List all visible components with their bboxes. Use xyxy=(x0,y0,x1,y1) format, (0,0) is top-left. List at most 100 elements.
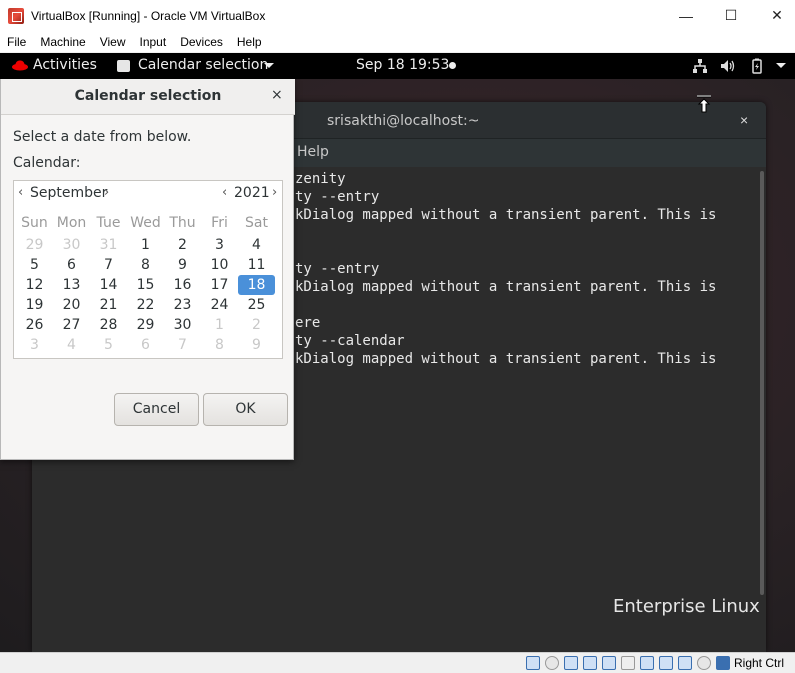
calendar-label: Calendar: xyxy=(13,155,81,171)
chevron-down-icon xyxy=(264,63,274,68)
calendar-day[interactable]: 10 xyxy=(201,255,238,275)
next-year-button[interactable]: › xyxy=(272,185,277,200)
calendar-day[interactable]: 25 xyxy=(238,295,275,315)
shared-folders-icon[interactable] xyxy=(621,656,635,670)
calendar-day-other-month[interactable]: 7 xyxy=(164,335,201,355)
usb-icon[interactable] xyxy=(602,656,616,670)
calendar-day[interactable]: 22 xyxy=(127,295,164,315)
maximize-button[interactable]: ☐ xyxy=(708,0,754,31)
mouse-integration-icon[interactable] xyxy=(697,656,711,670)
guest-screen: Activities Calendar selection Sep 18 19:… xyxy=(0,53,795,652)
virtualbox-logo-icon xyxy=(8,7,24,24)
calendar-day[interactable]: 27 xyxy=(53,315,90,335)
calendar-day-other-month[interactable]: 4 xyxy=(53,335,90,355)
weekday-header: Thu xyxy=(169,215,196,231)
scrollbar-thumb[interactable] xyxy=(760,171,764,595)
activities-button[interactable]: Activities xyxy=(33,57,97,73)
calendar-day-other-month[interactable]: 30 xyxy=(53,235,90,255)
calendar-day-other-month[interactable]: 9 xyxy=(238,335,275,355)
network-adapter-icon[interactable] xyxy=(583,656,597,670)
host-menu-bar: File Machine View Input Devices Help xyxy=(0,31,795,53)
calendar-day[interactable]: 5 xyxy=(16,255,53,275)
ok-button[interactable]: OK xyxy=(203,393,288,426)
menu-devices[interactable]: Devices xyxy=(173,35,230,49)
network-icon[interactable] xyxy=(692,58,708,74)
desktop-brand-text: Enterprise Linux xyxy=(613,596,760,617)
dialog-title: Calendar selection xyxy=(74,88,222,104)
calendar-day-other-month[interactable]: 8 xyxy=(201,335,238,355)
weekday-header: Sun xyxy=(21,215,48,231)
dialog-close-button[interactable]: × xyxy=(271,87,283,103)
calendar-day[interactable]: 16 xyxy=(164,275,201,295)
calendar-day[interactable]: 17 xyxy=(201,275,238,295)
calendar-day[interactable]: 11 xyxy=(238,255,275,275)
calendar-day[interactable]: 24 xyxy=(201,295,238,315)
calendar-day[interactable]: 23 xyxy=(164,295,201,315)
calendar-day[interactable]: 19 xyxy=(16,295,53,315)
calendar-day[interactable]: 29 xyxy=(127,315,164,335)
menu-file[interactable]: File xyxy=(0,35,33,49)
app-menu-button[interactable]: Calendar selection xyxy=(138,57,268,73)
prev-month-button[interactable]: ‹ xyxy=(18,185,23,200)
calendar-day-other-month[interactable]: 5 xyxy=(90,335,127,355)
year-label: 2021 xyxy=(234,185,270,201)
calendar-day[interactable]: 12 xyxy=(16,275,53,295)
calendar-day[interactable]: 8 xyxy=(127,255,164,275)
terminal-menu-help[interactable]: Help xyxy=(297,144,329,160)
calendar-day[interactable]: 3 xyxy=(201,235,238,255)
calendar-day-other-month[interactable]: 3 xyxy=(16,335,53,355)
menu-machine[interactable]: Machine xyxy=(33,35,92,49)
menu-view[interactable]: View xyxy=(93,35,133,49)
hard-disk-icon[interactable] xyxy=(526,656,540,670)
calendar-day[interactable]: 21 xyxy=(90,295,127,315)
system-menu-chevron-icon[interactable] xyxy=(776,63,786,68)
terminal-scrollbar[interactable] xyxy=(758,167,766,652)
calendar-day[interactable]: 30 xyxy=(164,315,201,335)
weekday-header: Mon xyxy=(56,215,87,231)
calendar-day[interactable]: 9 xyxy=(164,255,201,275)
optical-drive-icon[interactable] xyxy=(545,656,559,670)
calendar-day-selected[interactable]: 18 xyxy=(238,275,275,295)
clock[interactable]: Sep 18 19:53 xyxy=(356,57,449,73)
menu-help[interactable]: Help xyxy=(230,35,269,49)
calendar-day[interactable]: 13 xyxy=(53,275,90,295)
calendar-day-other-month[interactable]: 1 xyxy=(201,315,238,335)
close-window-button[interactable]: ✕ xyxy=(754,0,795,31)
calendar-day[interactable]: 26 xyxy=(16,315,53,335)
host-status-bar: Right Ctrl xyxy=(0,652,795,673)
calendar-day[interactable]: 14 xyxy=(90,275,127,295)
calendar-day[interactable]: 20 xyxy=(53,295,90,315)
weekday-header: Fri xyxy=(211,215,228,231)
calendar-day-other-month[interactable]: 29 xyxy=(16,235,53,255)
prev-year-button[interactable]: ‹ xyxy=(222,185,227,200)
menu-input[interactable]: Input xyxy=(133,35,174,49)
calendar-day-other-month[interactable]: 6 xyxy=(127,335,164,355)
calendar-day[interactable]: 4 xyxy=(238,235,275,255)
recording-icon[interactable] xyxy=(659,656,673,670)
close-icon: ✕ xyxy=(771,7,783,23)
volume-icon[interactable] xyxy=(720,58,736,74)
audio-icon[interactable] xyxy=(564,656,578,670)
keyboard-capture-icon[interactable] xyxy=(716,656,730,670)
calendar-day[interactable]: 6 xyxy=(53,255,90,275)
calendar-day[interactable]: 7 xyxy=(90,255,127,275)
minimize-button[interactable]: — xyxy=(663,0,709,31)
cpu-icon[interactable] xyxy=(678,656,692,670)
calendar-day[interactable]: 2 xyxy=(164,235,201,255)
calendar-day[interactable]: 15 xyxy=(127,275,164,295)
calendar-day-other-month[interactable]: 2 xyxy=(238,315,275,335)
display-icon[interactable] xyxy=(640,656,654,670)
weekday-header: Sat xyxy=(245,215,268,231)
terminal-line: kDialog mapped without a transient paren… xyxy=(295,351,717,367)
next-month-button[interactable]: › xyxy=(104,185,109,200)
terminal-line: ere xyxy=(295,315,321,331)
terminal-close-button[interactable]: × xyxy=(740,112,748,128)
dialog-header: Calendar selection × xyxy=(1,79,295,115)
battery-icon[interactable] xyxy=(749,58,765,74)
host-key-label: Right Ctrl xyxy=(734,656,785,670)
cancel-button[interactable]: Cancel xyxy=(114,393,199,426)
calendar-day[interactable]: 28 xyxy=(90,315,127,335)
calendar-day[interactable]: 1 xyxy=(127,235,164,255)
calendar-day-other-month[interactable]: 31 xyxy=(90,235,127,255)
terminal-line: ty --entry xyxy=(295,261,380,277)
